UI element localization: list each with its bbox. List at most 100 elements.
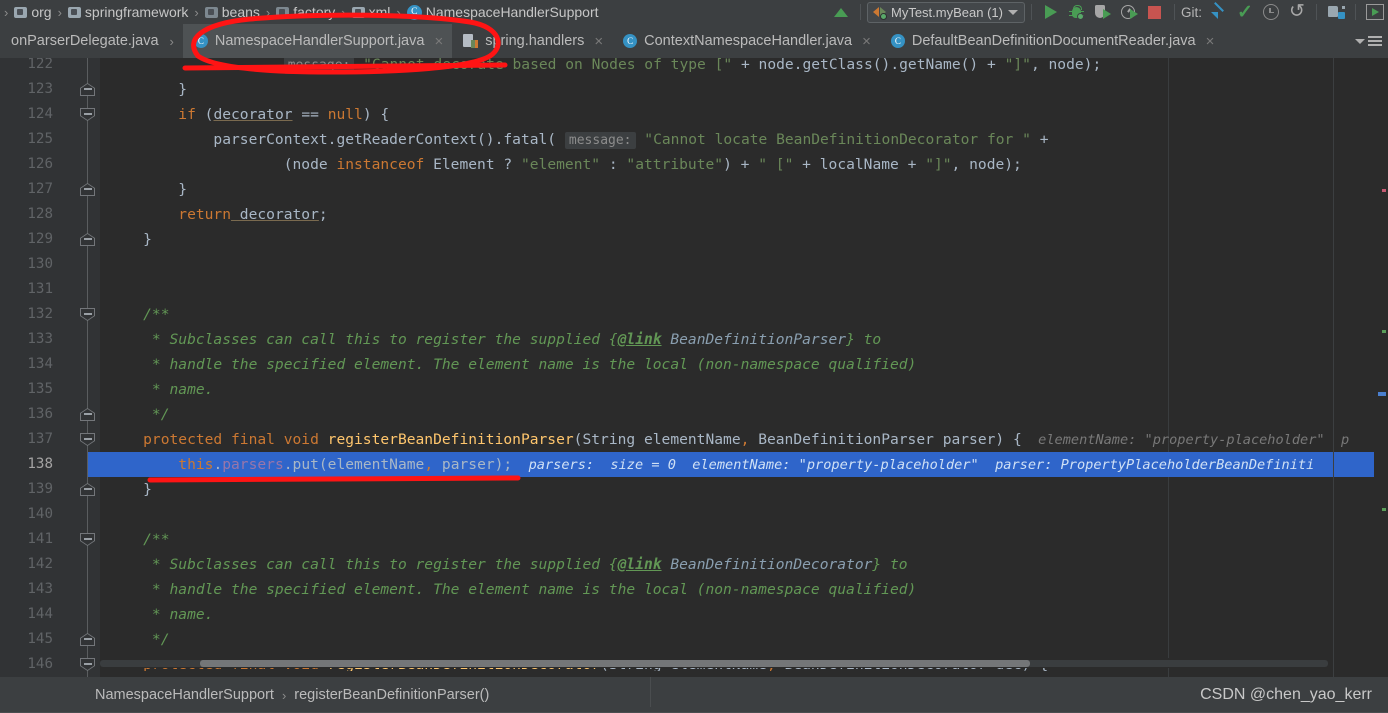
code-line-131[interactable] [100,277,1388,302]
editor-tab-defaultbeandefinitiondocumentreader-java[interactable]: C DefaultBeanDefinitionDocumentReader.jav… [880,24,1224,58]
package-icon [351,6,365,18]
project-structure-button[interactable] [1323,1,1349,23]
fold-marker-end-123[interactable] [80,83,95,96]
breadcrumb-item-beans[interactable]: beans [203,4,262,20]
package-icon [204,6,218,18]
code-line-143[interactable]: * handle the specified element. The elem… [100,577,1388,602]
fold-marker-end-127[interactable] [80,183,95,196]
profile-button[interactable] [1116,1,1142,23]
code-line-138[interactable]: this.parsers.put(elementName, parser); p… [100,452,1388,477]
code-line-136[interactable]: */ [100,402,1388,427]
editor-tab-label: NamespaceHandlerSupport.java [214,33,425,49]
fold-marker-start-141[interactable] [80,533,95,546]
editor-tab-namespacehandlersupport-java[interactable]: C NamespaceHandlerSupport.java × [182,24,453,58]
code-line-123[interactable]: } [100,77,1388,102]
editor-tab-onparserdelegate-java[interactable]: onParserDelegate.java › [0,24,183,58]
editor-gutter[interactable]: 122 123 124 125 126 127 128 129 130 131 132 133 134 1… [0,58,100,677]
marker-dot-selected[interactable] [1378,392,1386,396]
code-line-128[interactable]: return decorator; [100,202,1388,227]
code-line-134[interactable]: * handle the specified element. The elem… [100,352,1388,377]
code-line-144[interactable]: * name. [100,602,1388,627]
marker-dot[interactable] [1382,330,1386,333]
fold-marker-start-137[interactable] [80,433,95,446]
scrollbar-thumb[interactable] [200,660,1030,667]
code-line-124[interactable]: if (decorator == null) { [100,102,1388,127]
code-line-122[interactable]: message: "Cannot decorate based on Nodes… [100,58,1388,77]
line-number: 134 [27,356,53,372]
code-folding-column[interactable] [76,58,100,677]
fold-marker-start-124[interactable] [80,108,95,121]
code-line-133[interactable]: * Subclasses can call this to register t… [100,327,1388,352]
run-with-coverage-button[interactable] [1090,1,1116,23]
breadcrumb-item-namespacehandlersupport[interactable]: C NamespaceHandlerSupport [405,4,601,20]
fold-marker-start-146[interactable] [80,658,95,671]
debug-button[interactable] [1064,1,1090,23]
run-config-icon [873,6,887,20]
breadcrumb-item-xml[interactable]: xml [350,4,393,20]
run-button[interactable] [1038,1,1064,23]
marker-dot[interactable] [1382,189,1386,192]
build-hammer-icon[interactable] [828,1,854,23]
run-configuration-selector[interactable]: MyTest.myBean (1) [867,1,1025,23]
close-icon[interactable]: × [859,33,871,50]
tab-list-menu-icon[interactable] [1368,36,1382,46]
chevron-down-icon[interactable] [1355,38,1365,44]
breadcrumb-item-class[interactable]: NamespaceHandlerSupport [95,687,274,703]
breadcrumb-item-method[interactable]: registerBeanDefinitionParser() [294,687,489,703]
code-line-140[interactable] [100,502,1388,527]
watermark-text: CSDN @chen_yao_kerr [1200,686,1372,703]
tab-overflow-controls[interactable] [1349,24,1388,58]
code-line-132[interactable]: /** [100,302,1388,327]
close-icon[interactable]: × [1203,33,1215,50]
line-number: 139 [27,481,53,497]
git-rollback-button[interactable]: ↺ [1284,1,1310,23]
breadcrumb-item-org[interactable]: org [12,4,53,20]
git-commit-button[interactable]: ✓ [1232,1,1258,23]
breadcrumb-item-springframework[interactable]: springframework [66,4,190,20]
code-line-137[interactable]: protected final void registerBeanDefinit… [100,427,1388,452]
code-line-130[interactable] [100,252,1388,277]
close-icon[interactable]: × [591,33,603,50]
code-line-145[interactable]: */ [100,627,1388,652]
code-line-126[interactable]: (node instanceof Element ? "element" : "… [100,152,1388,177]
code-line-141[interactable]: /** [100,527,1388,552]
code-line-142[interactable]: * Subclasses can call this to register t… [100,552,1388,577]
code-line-125[interactable]: parserContext.getReaderContext().fatal( … [100,127,1388,152]
stop-square-icon [1148,5,1162,19]
git-history-button[interactable] [1258,1,1284,23]
close-icon[interactable]: × [431,33,443,50]
breadcrumb-label: xml [368,4,391,20]
select-run-config-button[interactable] [1362,1,1388,23]
line-number: 132 [27,306,53,322]
fold-marker-end-145[interactable] [80,633,95,646]
commit-check-icon: ✓ [1237,1,1253,23]
horizontal-scrollbar[interactable] [100,658,1328,668]
toolbar-divider [1030,4,1032,20]
code-text-area[interactable]: message: "Cannot decorate based on Nodes… [100,58,1388,671]
package-icon [67,6,81,18]
fold-marker-start-132[interactable] [80,308,95,321]
breadcrumb-separator: › [4,4,9,20]
line-number: 128 [27,206,53,222]
code-line-139[interactable]: } [100,477,1388,502]
fold-marker-end-136[interactable] [80,408,95,421]
line-number: 141 [27,531,53,547]
tab-separator: › [169,33,174,49]
marker-dot[interactable] [1382,508,1386,511]
status-divider [650,677,651,707]
package-icon [14,6,28,18]
editor-tab-list: onParserDelegate.java › C NamespaceHandlerS… [0,24,1223,58]
stop-button[interactable] [1142,1,1168,23]
editor-tab-spring-handlers[interactable]: spring.handlers × [452,24,612,58]
breadcrumb-item-factory[interactable]: factory [274,4,337,20]
code-line-135[interactable]: * name. [100,377,1388,402]
code-editor[interactable]: 122 123 124 125 126 127 128 129 130 131 132 133 134 1… [0,58,1388,677]
git-update-button[interactable] [1206,1,1232,23]
breadcrumb[interactable]: NamespaceHandlerSupport › registerBeanDefi… [0,687,489,703]
code-line-129[interactable]: } [100,227,1388,252]
fold-marker-end-129[interactable] [80,233,95,246]
editor-tab-contextnamespacehandler-java[interactable]: C ContextNamespaceHandler.java × [612,24,880,58]
code-line-127[interactable]: } [100,177,1388,202]
error-marker-gutter[interactable] [1374,58,1388,677]
fold-marker-end-139[interactable] [80,483,95,496]
